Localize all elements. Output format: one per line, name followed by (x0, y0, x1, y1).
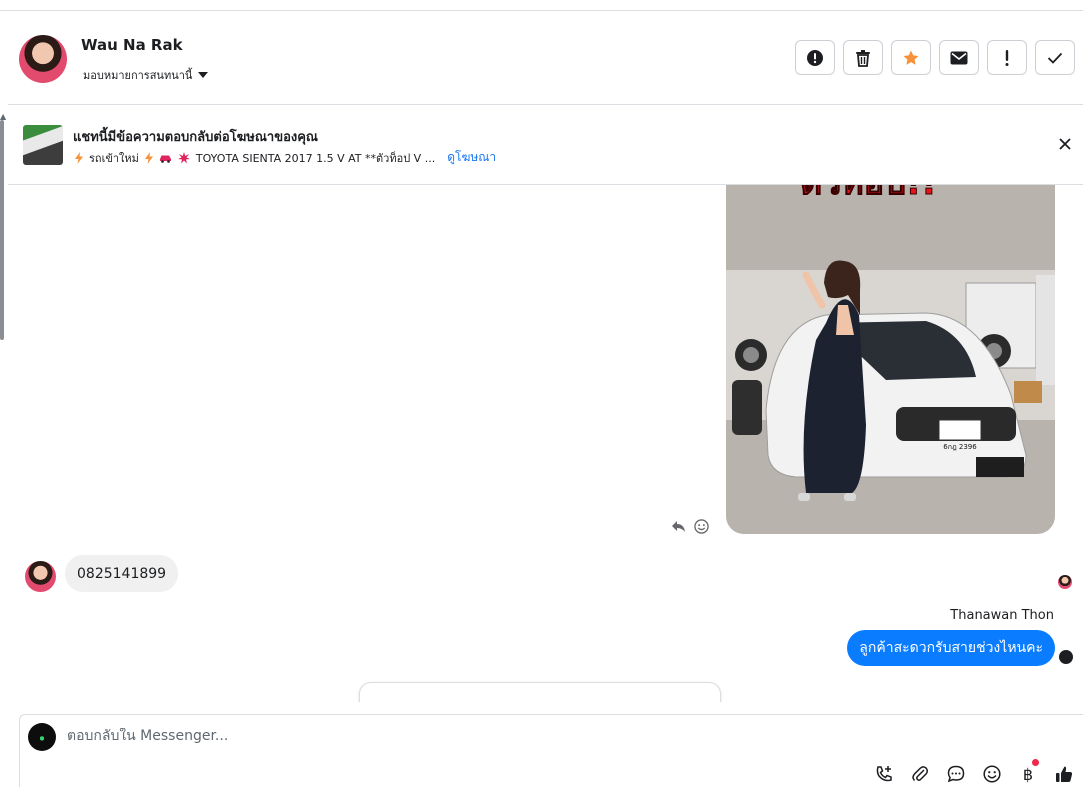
left-scrollbar[interactable] (0, 120, 4, 340)
message-actions (671, 519, 709, 534)
sender-avatar[interactable] (25, 561, 56, 592)
message-composer: ฿ (19, 714, 1083, 787)
report-button[interactable] (795, 40, 835, 75)
page-avatar (28, 723, 56, 751)
image-message[interactable]: ตัวท็อป!! 6กฎ 2396 (726, 185, 1055, 534)
inbox-conversation: ▲ Wau Na Rak มอบหมายการสนทนานี้ แชทนี้มี… (0, 0, 1083, 787)
outgoing-message[interactable]: ลูกค้าสะดวกรับสายช่วงไหนคะ (847, 630, 1055, 666)
assign-dropdown[interactable]: มอบหมายการสนทนานี้ (83, 66, 209, 84)
car-ad-photo (726, 185, 1055, 534)
ad-subtitle-text: TOYOTA SIENTA 2017 1.5 V AT **ตัวท็อป V … (195, 151, 436, 165)
conversation-header: Wau Na Rak มอบหมายการสนทนานี้ (8, 11, 1083, 105)
ad-reply-banner: แชทนี้มีข้อความตอบกลับต่อโฆษณาของคุณ รถเ… (8, 106, 1083, 185)
assign-label: มอบหมายการสนทนานี้ (83, 69, 193, 82)
license-plate-text: 6กฎ 2396 (943, 443, 977, 451)
lightning-icon (144, 151, 153, 164)
exclamation-icon (1005, 49, 1009, 66)
emoji-button[interactable] (981, 763, 1003, 785)
call-button[interactable] (873, 763, 895, 785)
envelope-icon (950, 51, 968, 64)
page-read-avatar (1059, 650, 1073, 664)
ad-banner-subtitle: รถเข้าใหม่ TOYOTA SIENTA 2017 1.5 V AT *… (75, 148, 496, 167)
emoji-react-icon[interactable] (694, 519, 709, 534)
image-overlay-text: ตัวท็อป!! (800, 185, 938, 202)
close-banner-button[interactable] (1057, 136, 1073, 152)
header-actions (795, 40, 1075, 75)
collision-icon (177, 151, 190, 163)
mark-unread-button[interactable] (939, 40, 979, 75)
like-button[interactable] (1053, 763, 1075, 785)
lightning-icon (75, 151, 83, 164)
reply-input[interactable] (67, 728, 967, 744)
car-icon (159, 155, 171, 163)
contact-name[interactable]: Wau Na Rak (81, 36, 183, 54)
emoji-icon (983, 765, 1001, 783)
paperclip-icon (912, 766, 928, 782)
phone-add-icon (876, 766, 892, 782)
star-icon (903, 50, 919, 65)
attach-button[interactable] (909, 763, 931, 785)
baht-icon: ฿ (1022, 764, 1034, 784)
done-button[interactable] (1035, 40, 1075, 75)
outgoing-sender-name: Thanawan Thon (950, 608, 1054, 623)
chevron-down-icon (198, 72, 209, 78)
incoming-message[interactable]: 0825141899 (65, 555, 179, 592)
chat-bubble-icon (947, 765, 965, 783)
composer-tools: ฿ (873, 759, 1075, 785)
message-thread[interactable]: ตัวท็อป!! 6กฎ 2396 0825141899 Thanawan T… (8, 185, 1083, 702)
reply-icon[interactable] (671, 520, 686, 533)
ad-banner-title: แชทนี้มีข้อความตอบกลับต่อโฆษณาของคุณ (73, 130, 318, 145)
alert-circle-icon (807, 49, 823, 66)
template-card[interactable] (359, 682, 721, 702)
read-receipt-avatar (1058, 575, 1072, 589)
ad-thumbnail[interactable] (23, 125, 63, 165)
thumbs-up-icon (1056, 766, 1073, 782)
star-button[interactable] (891, 40, 931, 75)
check-icon (1047, 52, 1063, 64)
view-ad-link[interactable]: ดูโฆษณา (447, 148, 496, 167)
saved-replies-button[interactable] (945, 763, 967, 785)
contact-avatar[interactable] (19, 35, 67, 83)
delete-button[interactable] (843, 40, 883, 75)
close-icon (1059, 138, 1071, 150)
follow-up-button[interactable] (987, 40, 1027, 75)
ad-subtitle-lead: รถเข้าใหม่ (89, 151, 139, 165)
notification-dot (1032, 759, 1039, 766)
payment-button[interactable]: ฿ (1017, 759, 1039, 785)
trash-icon (856, 49, 870, 67)
